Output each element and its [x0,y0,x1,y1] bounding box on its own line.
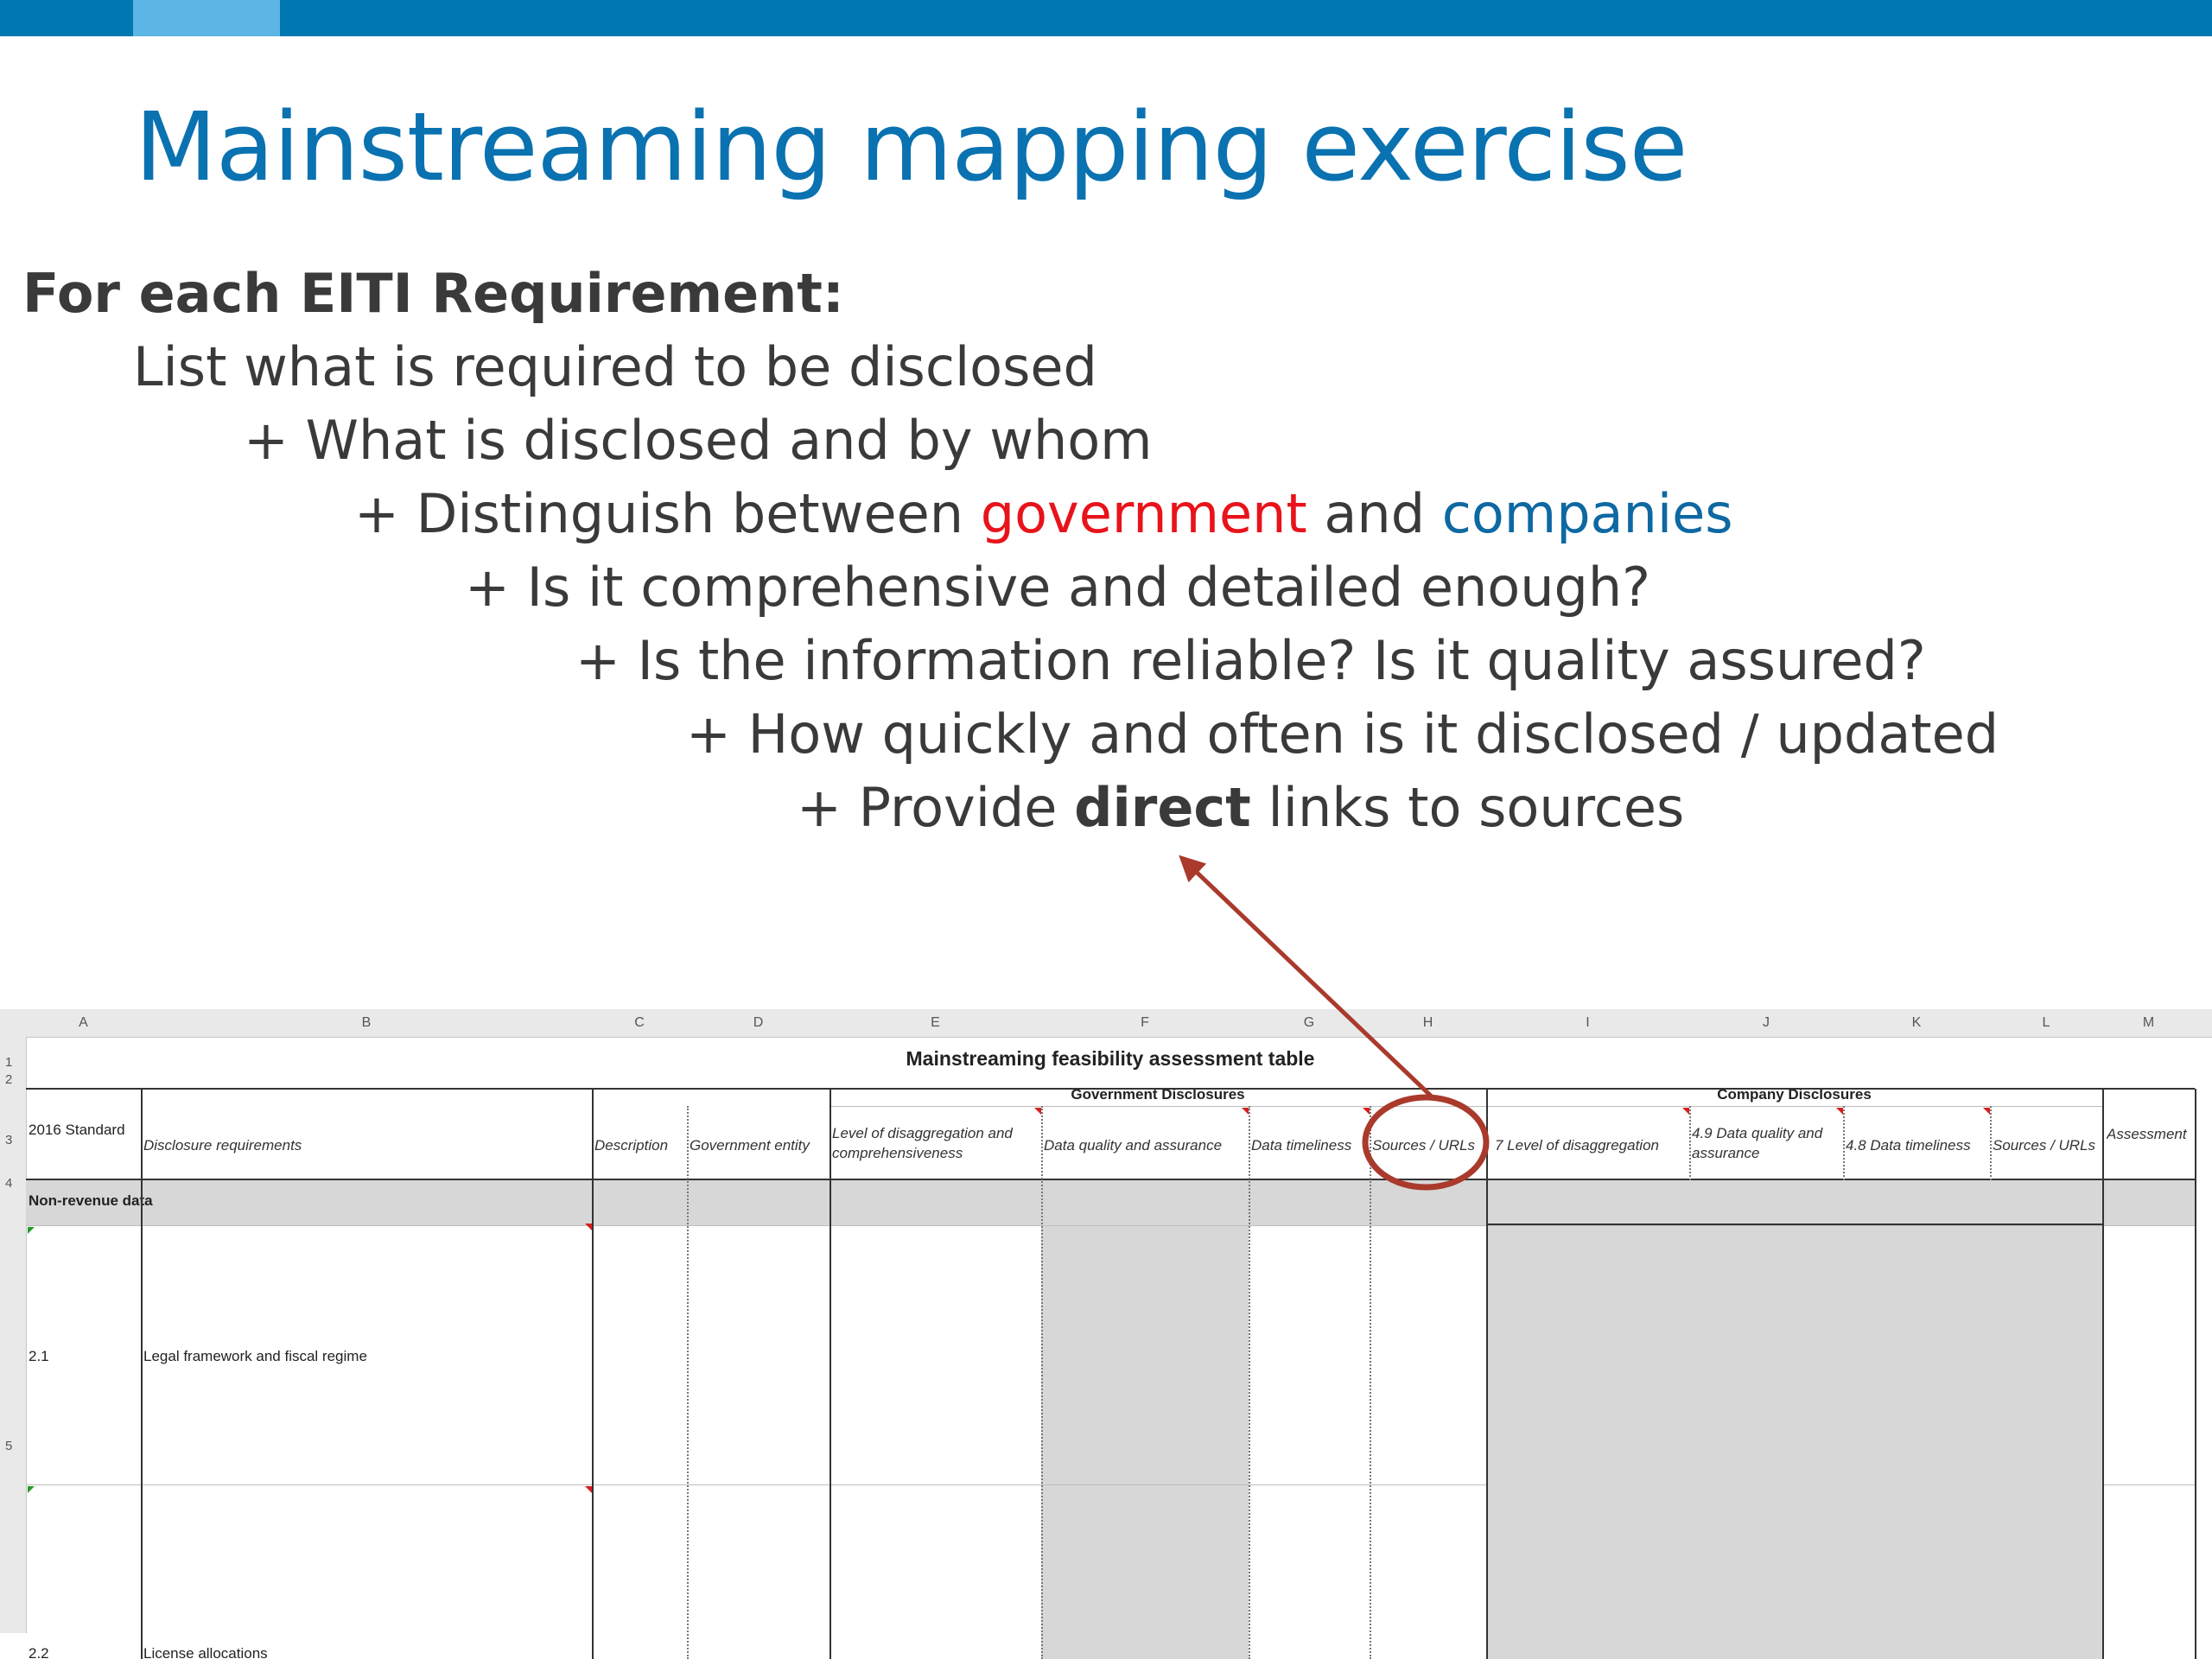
column-header-k: K [1843,1009,1990,1038]
comment-marker [585,1224,592,1230]
header-sources-urls: Sources / URLs [1372,1137,1476,1154]
comment-marker [1682,1108,1689,1115]
sheet-corner [0,1009,27,1038]
comment-marker [1983,1108,1990,1115]
bullet-comprehensive: + Is it comprehensive and detailed enoug… [465,556,1651,619]
links-suffix: links to sources [1250,776,1685,839]
row-label-legal-framework: Legal framework and fiscal regime [143,1348,367,1364]
comment-marker-green [28,1486,35,1493]
grid-col-b [592,1089,594,1659]
government-word: government [980,482,1307,545]
header-disclosure-requirements: Disclosure requirements [143,1137,302,1154]
grid-col-m [2195,1089,2196,1659]
direct-word: direct [1074,776,1251,839]
column-header-h: H [1370,1009,1486,1038]
grid-col-h [1486,1089,1488,1659]
grid-col-k [1990,1106,1992,1180]
gov-quality-shaded [1041,1225,1249,1659]
company-shaded [1486,1225,2102,1659]
comment-marker [1242,1108,1249,1115]
column-header-j: J [1689,1009,1843,1038]
bullet-distinguish: + Distinguish between government and com… [354,480,1733,549]
column-header-l: L [1990,1009,2102,1038]
and-word: and [1306,482,1442,545]
grid-col-a [141,1089,143,1659]
header-company-timeliness: 4.8 Data timeliness [1846,1137,1971,1154]
spreadsheet-screenshot: A B C D E F G H I J K L M 1 2 3 4 5 Main… [0,1009,2212,1659]
column-header-b: B [141,1009,592,1038]
row-header-5: 5 [0,1192,27,1633]
header-company-disaggregation: 7 Level of disaggregation [1495,1137,1659,1154]
row-header-2: 2 [0,1071,27,1089]
header-data-timeliness: Data timeliness [1251,1137,1352,1154]
column-header-e: E [830,1009,1041,1038]
grid-line-row5-bottom-m [2102,1484,2195,1485]
bullet-disclosed-by-whom: + What is disclosed and by whom [244,409,1153,472]
grid-line-group [830,1106,2102,1107]
header-level-disaggregation: Level of disaggregation and comprehensiv… [832,1125,1013,1161]
row-num-2-1: 2.1 [29,1348,49,1364]
comment-marker [1836,1108,1843,1115]
grid-line-section-bottom [26,1225,2195,1226]
grid-col-l [2102,1089,2104,1659]
column-header-a: A [26,1009,141,1038]
bullet-reliable: + Is the information reliable? Is it qua… [575,629,1926,692]
column-header-d: D [687,1009,830,1038]
top-bar-accent [133,0,280,36]
row-header-3: 3 [0,1089,27,1149]
grid-col-c [687,1106,689,1659]
links-prefix: + Provide [797,776,1075,839]
distinguish-prefix: + Distinguish between [354,482,981,545]
column-header-f: F [1041,1009,1249,1038]
bullet-timeliness: + How quickly and often is it disclosed … [686,702,1999,766]
grid-line-header-bottom [26,1179,2195,1180]
grid-col-d [830,1089,831,1659]
bullet-direct-links: + Provide direct links to sources [797,773,1684,842]
top-bar [0,0,2212,36]
bullet-list-required: List what is required to be disclosed [133,335,1097,398]
section-non-revenue: Non-revenue data [29,1192,153,1209]
grid-col-i [1689,1106,1691,1180]
comment-marker [1363,1108,1370,1115]
column-header-i: I [1486,1009,1689,1038]
slide-title: Mainstreaming mapping exercise [135,92,1688,202]
comment-marker-green [28,1227,35,1234]
grid-col-g [1370,1106,1371,1659]
header-company-sources: Sources / URLs [1993,1137,2096,1154]
comment-marker [585,1486,592,1493]
header-company-quality: 4.9 Data quality and assurance [1692,1125,1823,1161]
row-header-1: 1 [0,1037,27,1071]
column-header-m: M [2102,1009,2195,1038]
header-assessment: Assessment [2107,1126,2187,1142]
row-header-4: 4 [0,1149,27,1192]
grid-col-j [1843,1106,1845,1180]
row-label-license-allocations: License allocations [143,1645,268,1659]
column-header-g: G [1249,1009,1370,1038]
grid-line-row5-bottom [26,1484,1486,1485]
header-2016-standard: 2016 Standard [29,1122,125,1138]
header-description: Description [594,1137,669,1154]
table-title: Mainstreaming feasibility assessment tab… [906,1047,1315,1070]
grid-col-f [1249,1106,1250,1659]
column-header-extra [2195,1009,2212,1038]
grid-col-e [1041,1106,1043,1659]
comment-marker [1034,1108,1041,1115]
row-num-2-2: 2.2 [29,1645,49,1659]
header-government-entity: Government entity [690,1137,810,1154]
column-header-c: C [592,1009,687,1038]
requirement-heading: For each EITI Requirement: [22,262,844,325]
grid-line-row2 [26,1088,2195,1090]
companies-word: companies [1441,482,1733,545]
header-data-quality: Data quality and assurance [1044,1137,1223,1154]
